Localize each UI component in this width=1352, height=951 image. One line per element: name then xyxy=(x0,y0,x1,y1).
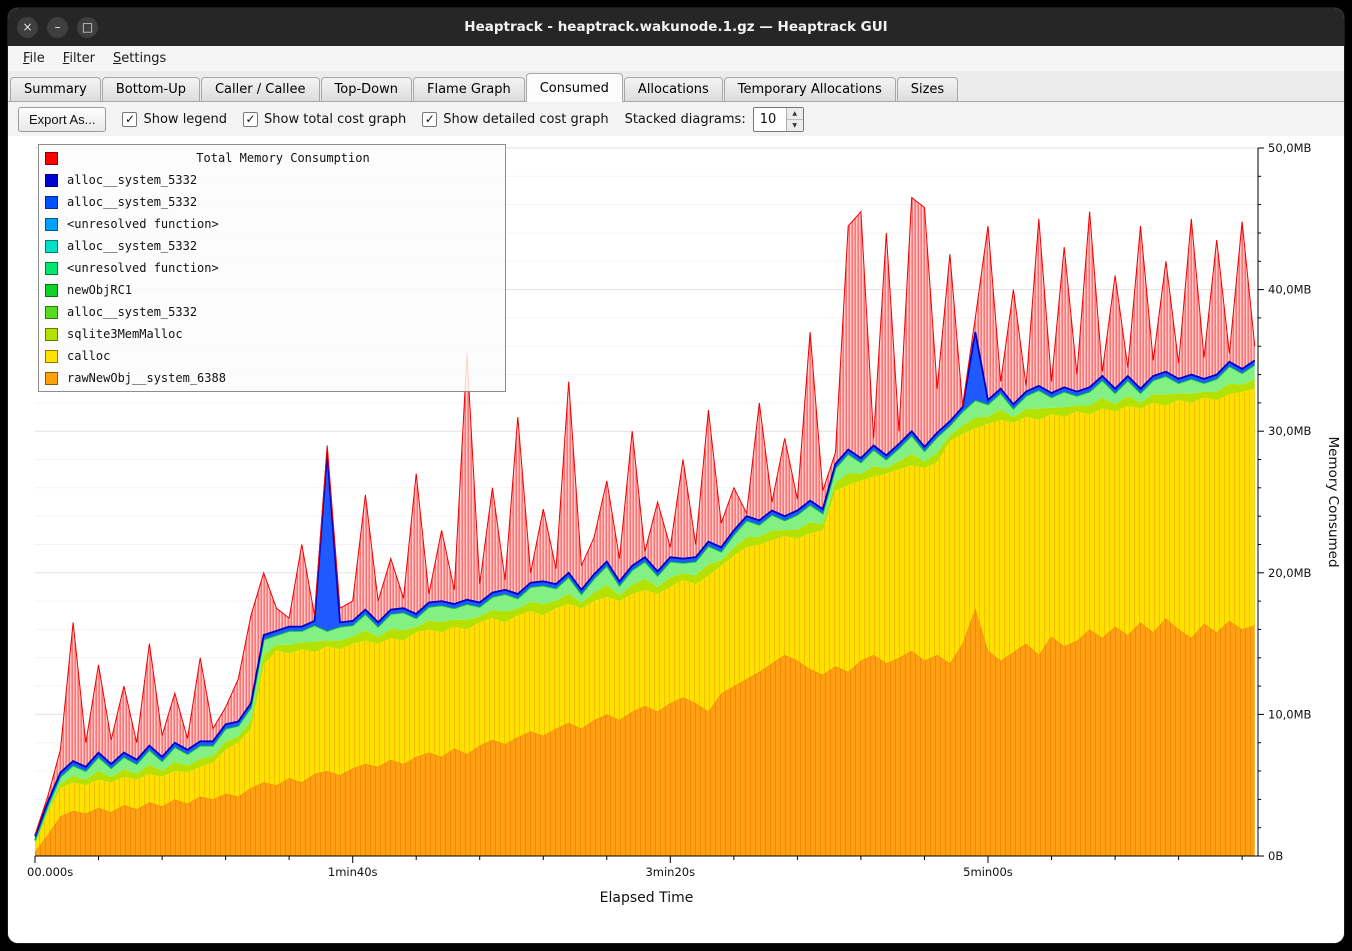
window-title: Heaptrack - heaptrack.wakunode.1.gz — He… xyxy=(8,19,1344,35)
menu-filter[interactable]: Filter xyxy=(54,48,104,69)
legend-swatch xyxy=(45,284,58,297)
legend-swatch xyxy=(45,262,58,275)
x-axis-title: Elapsed Time xyxy=(35,890,1258,906)
tab-flame-graph[interactable]: Flame Graph xyxy=(413,77,525,101)
checkbox-show-total-cost-graph[interactable]: ✓ Show total cost graph xyxy=(243,112,406,127)
legend-item: newObjRC1 xyxy=(45,279,499,301)
tab-caller-callee[interactable]: Caller / Callee xyxy=(201,77,320,101)
minimize-button[interactable]: – xyxy=(47,17,68,38)
legend-swatch xyxy=(45,306,58,319)
checkbox-label: Show legend xyxy=(143,112,227,127)
y-axis-title: Memory Consumed xyxy=(1325,436,1341,567)
tab-summary[interactable]: Summary xyxy=(10,77,101,101)
legend-item: sqlite3MemMalloc xyxy=(45,323,499,345)
legend-swatch xyxy=(45,240,58,253)
legend-item: <unresolved function> xyxy=(45,213,499,235)
stacked-diagrams-control: Stacked diagrams: 10 ▲ ▼ xyxy=(625,107,804,132)
legend-swatch xyxy=(45,174,58,187)
menu-bar: File Filter Settings xyxy=(8,46,1344,72)
chevron-up-icon: ▲ xyxy=(792,110,797,117)
toolbar-checkboxes: ✓ Show legend ✓ Show total cost graph ✓ Show … xyxy=(122,112,608,127)
svg-text:10,0MB: 10,0MB xyxy=(1268,707,1312,721)
legend-item: alloc__system_5332 xyxy=(45,169,499,191)
checkbox-check-icon: ✓ xyxy=(422,112,437,127)
checkbox-check-icon: ✓ xyxy=(122,112,137,127)
toolbar: Export As... ✓ Show legend ✓ Show total cos… xyxy=(8,102,1344,136)
legend-item-label: <unresolved function> xyxy=(67,217,219,231)
chart-legend: Total Memory Consumption alloc__system_53… xyxy=(38,144,506,392)
legend-item-label: alloc__system_5332 xyxy=(67,195,197,209)
legend-item-label: alloc__system_5332 xyxy=(67,173,197,187)
legend-title-row: Total Memory Consumption xyxy=(45,147,499,169)
legend-item-label: rawNewObj__system_6388 xyxy=(67,371,226,385)
tab-temporary-allocations[interactable]: Temporary Allocations xyxy=(724,77,896,101)
checkbox-check-icon: ✓ xyxy=(243,112,258,127)
close-icon: × xyxy=(22,21,32,33)
svg-text:50,0MB: 50,0MB xyxy=(1268,141,1312,155)
tab-top-down[interactable]: Top-Down xyxy=(321,77,412,101)
title-bar[interactable]: × – □ Heaptrack - heaptrack.wakunode.1.g… xyxy=(8,8,1344,46)
legend-item-label: alloc__system_5332 xyxy=(67,239,197,253)
tab-sizes[interactable]: Sizes xyxy=(897,77,958,101)
svg-text:40,0MB: 40,0MB xyxy=(1268,283,1312,297)
legend-item-label: newObjRC1 xyxy=(67,283,132,297)
svg-text:5min00s: 5min00s xyxy=(963,865,1013,879)
legend-item-label: alloc__system_5332 xyxy=(67,305,197,319)
legend-swatch xyxy=(45,350,58,363)
stacked-diagrams-spinbox[interactable]: 10 ▲ ▼ xyxy=(753,107,804,132)
svg-text:1min40s: 1min40s xyxy=(328,865,378,879)
legend-title: Total Memory Consumption xyxy=(67,151,499,165)
export-as-button[interactable]: Export As... xyxy=(18,107,106,132)
checkbox-label: Show total cost graph xyxy=(264,112,406,127)
legend-swatch xyxy=(45,218,58,231)
legend-item-label: <unresolved function> xyxy=(67,261,219,275)
legend-swatch xyxy=(45,372,58,385)
stacked-diagrams-label: Stacked diagrams: xyxy=(625,112,746,127)
spin-up-button[interactable]: ▲ xyxy=(787,108,803,120)
legend-item-label: calloc xyxy=(67,349,110,363)
chevron-down-icon: ▼ xyxy=(792,122,797,129)
legend-swatch xyxy=(45,196,58,209)
svg-text:20,0MB: 20,0MB xyxy=(1268,566,1312,580)
close-button[interactable]: × xyxy=(17,17,38,38)
legend-item: alloc__system_5332 xyxy=(45,191,499,213)
svg-text:30,0MB: 30,0MB xyxy=(1268,424,1312,438)
checkbox-label: Show detailed cost graph xyxy=(443,112,608,127)
legend-item: rawNewObj__system_6388 xyxy=(45,367,499,389)
tab-bar: SummaryBottom-UpCaller / CalleeTop-DownF… xyxy=(8,72,1344,102)
legend-swatch xyxy=(45,328,58,341)
legend-swatch xyxy=(45,152,58,165)
legend-item: <unresolved function> xyxy=(45,257,499,279)
svg-text:0B: 0B xyxy=(1268,849,1283,863)
menu-file[interactable]: File xyxy=(14,48,54,69)
checkbox-show-legend[interactable]: ✓ Show legend xyxy=(122,112,227,127)
spinbox-buttons: ▲ ▼ xyxy=(786,108,803,131)
menu-settings[interactable]: Settings xyxy=(104,48,175,69)
legend-item: alloc__system_5332 xyxy=(45,235,499,257)
legend-item: alloc__system_5332 xyxy=(45,301,499,323)
svg-text:3min20s: 3min20s xyxy=(645,865,695,879)
tab-allocations[interactable]: Allocations xyxy=(624,77,723,101)
tab-consumed[interactable]: Consumed xyxy=(526,73,623,102)
tab-bottom-up[interactable]: Bottom-Up xyxy=(102,77,200,101)
spin-down-button[interactable]: ▼ xyxy=(787,120,803,131)
chart-area: 00.000s 1min40s 3min20s 5min00s 0B 10,0MB 20,0… xyxy=(8,136,1344,943)
maximize-button[interactable]: □ xyxy=(77,17,98,38)
stacked-diagrams-value[interactable]: 10 xyxy=(754,108,786,131)
checkbox-show-detailed-cost-graph[interactable]: ✓ Show detailed cost graph xyxy=(422,112,608,127)
minimize-icon: – xyxy=(55,21,61,33)
svg-text:00.000s: 00.000s xyxy=(27,865,73,879)
legend-item: calloc xyxy=(45,345,499,367)
legend-item-label: sqlite3MemMalloc xyxy=(67,327,183,341)
app-window: × – □ Heaptrack - heaptrack.wakunode.1.g… xyxy=(8,8,1344,943)
maximize-icon: □ xyxy=(82,21,93,33)
